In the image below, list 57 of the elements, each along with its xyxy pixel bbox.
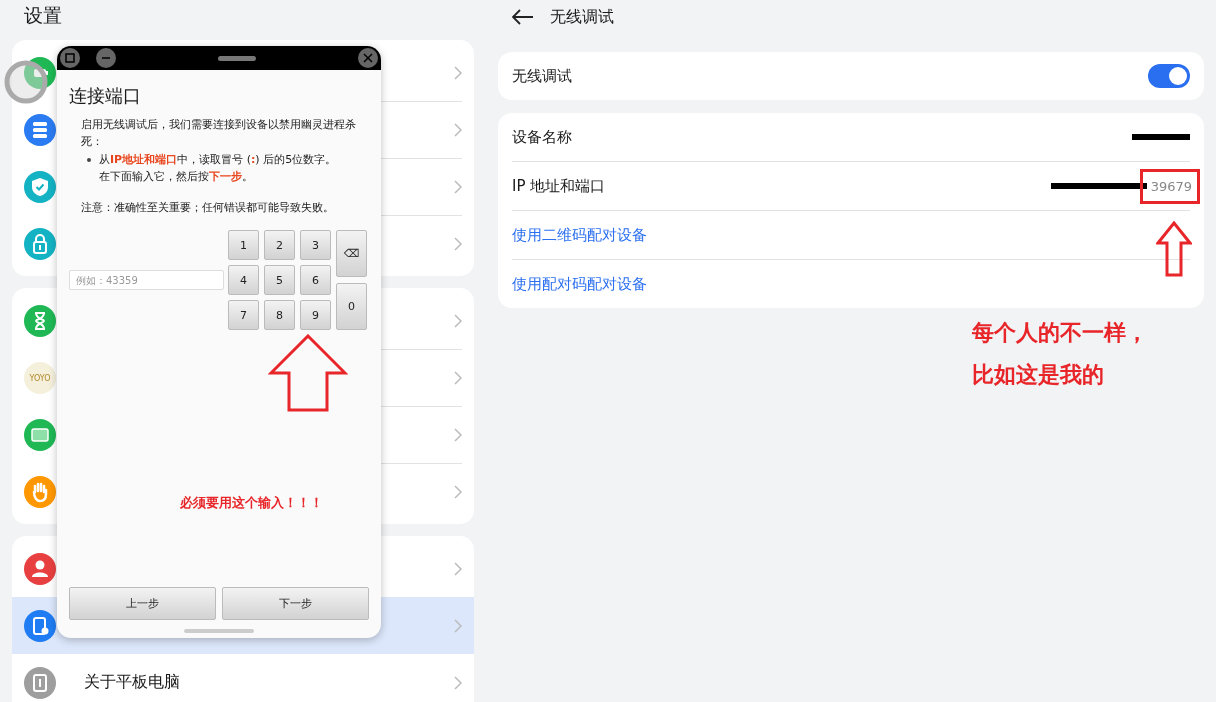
instruction-text: 在下面输入它，然后按下一步。 bbox=[99, 169, 254, 185]
chevron-icon bbox=[454, 313, 462, 328]
app-logo-icon: YOYO bbox=[24, 361, 56, 394]
toggle-label: 无线调试 bbox=[512, 66, 572, 86]
port-input-field[interactable]: 例如：43359 bbox=[69, 270, 224, 290]
dialog-title: 连接端口 bbox=[69, 84, 142, 108]
chevron-icon bbox=[454, 370, 462, 385]
up-arrow-drawing bbox=[1156, 221, 1192, 277]
intro-text: 启用无线调试后，我们需要连接到设备以禁用幽灵进程杀死： bbox=[80, 117, 357, 150]
keypad-key[interactable]: 1 bbox=[228, 230, 259, 260]
chevron-icon bbox=[454, 561, 462, 576]
pair-link[interactable]: 使用二维码配对设备 bbox=[512, 225, 647, 245]
settings-title: 设置 bbox=[23, 3, 63, 28]
floating-ball-icon[interactable] bbox=[3, 59, 49, 105]
highlight-box bbox=[1140, 169, 1200, 204]
chevron-icon bbox=[454, 618, 462, 633]
backspace-key[interactable]: ⌫ bbox=[336, 230, 367, 277]
annotation-text: 比如这是我的 bbox=[972, 361, 1105, 389]
chevron-icon bbox=[454, 675, 462, 690]
keypad-key[interactable]: 3 bbox=[300, 230, 331, 260]
row-label: IP 地址和端口 bbox=[512, 176, 606, 196]
row-label: 设备名称 bbox=[512, 127, 572, 147]
item-label: 关于平板电脑 bbox=[84, 672, 180, 693]
instruction-text: 从IP地址和端口中，读取冒号 (:) 后的5位数字。 bbox=[99, 152, 337, 168]
back-icon[interactable] bbox=[512, 9, 534, 25]
chevron-icon bbox=[454, 427, 462, 442]
keypad-key[interactable]: 9 bbox=[300, 300, 331, 330]
square-icon bbox=[65, 53, 75, 63]
port-value: 39679 bbox=[1150, 178, 1192, 194]
drag-handle[interactable] bbox=[218, 55, 256, 61]
chevron-icon bbox=[454, 484, 462, 499]
close-button[interactable] bbox=[358, 48, 378, 68]
bullet-icon bbox=[87, 158, 91, 162]
chevron-icon bbox=[454, 65, 462, 80]
keypad-key[interactable]: 8 bbox=[264, 300, 295, 330]
step-button[interactable]: 上一步 bbox=[69, 587, 216, 620]
keypad-key[interactable]: 0 bbox=[336, 283, 367, 330]
keypad-key[interactable]: 4 bbox=[228, 265, 259, 295]
close-icon bbox=[363, 53, 373, 63]
step-button[interactable]: 下一步 bbox=[222, 587, 369, 620]
toggle-switch[interactable] bbox=[1148, 64, 1190, 88]
page-title: 无线调试 bbox=[550, 6, 614, 28]
redaction-bar bbox=[1132, 134, 1190, 140]
chevron-icon bbox=[454, 236, 462, 251]
keypad-key[interactable]: 2 bbox=[264, 230, 295, 260]
keypad-key[interactable]: 6 bbox=[300, 265, 331, 295]
maximize-button[interactable] bbox=[60, 48, 80, 68]
keypad-key[interactable]: 7 bbox=[228, 300, 259, 330]
pair-link[interactable]: 使用配对码配对设备 bbox=[512, 274, 647, 294]
minimize-button[interactable] bbox=[96, 48, 116, 68]
chevron-icon bbox=[454, 179, 462, 194]
keypad-key[interactable]: 5 bbox=[264, 265, 295, 295]
annotation-text: 必须要用这个输入！！！ bbox=[180, 494, 323, 512]
chevron-icon bbox=[454, 122, 462, 137]
home-indicator bbox=[184, 629, 254, 633]
annotation-text: 每个人的不一样， bbox=[972, 319, 1148, 347]
note-text: 注意：准确性至关重要；任何错误都可能导致失败。 bbox=[80, 200, 335, 216]
